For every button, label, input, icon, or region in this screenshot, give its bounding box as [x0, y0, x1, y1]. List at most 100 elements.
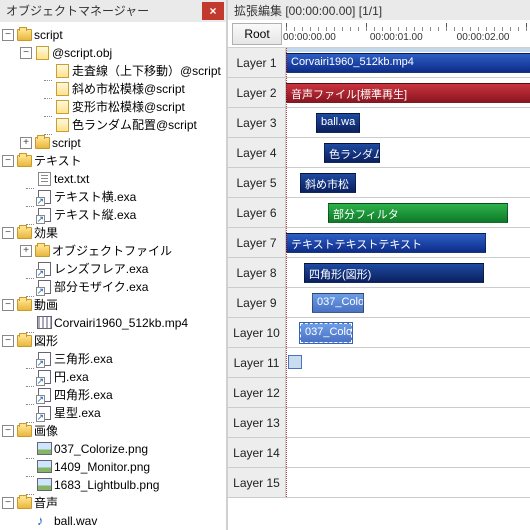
- layer-header[interactable]: Layer 4: [228, 138, 286, 167]
- tree-item[interactable]: 1683_Lightbulb.png: [2, 476, 224, 494]
- collapse-icon[interactable]: −: [2, 299, 14, 311]
- tree-item[interactable]: − 動画: [2, 296, 224, 314]
- close-icon[interactable]: ×: [202, 2, 224, 20]
- layer-header[interactable]: Layer 2: [228, 78, 286, 107]
- layer-track[interactable]: 037_Colo: [286, 318, 530, 347]
- tree-item[interactable]: 斜め市松模様@script: [2, 80, 224, 98]
- timeline-clip[interactable]: ball.wa: [316, 113, 360, 133]
- collapse-icon[interactable]: −: [20, 47, 32, 59]
- tree-item[interactable]: −@script.obj: [2, 44, 224, 62]
- tree-item[interactable]: 部分モザイク.exa: [2, 278, 224, 296]
- tree-item[interactable]: −音声: [2, 494, 224, 512]
- tree-item[interactable]: 色ランダム配置@script: [2, 116, 224, 134]
- file-script-icon: [54, 99, 70, 115]
- tree-item-label: テキスト横.exa: [54, 188, 136, 205]
- layer-header[interactable]: Layer 10: [228, 318, 286, 347]
- layer-track[interactable]: Corvairi1960_512kb.mp4: [286, 48, 530, 77]
- folder-icon: [16, 423, 32, 439]
- layer-header[interactable]: Layer 5: [228, 168, 286, 197]
- tree-item[interactable]: −図形: [2, 332, 224, 350]
- tree-item-label: 1409_Monitor.png: [54, 460, 150, 474]
- layer-track[interactable]: ball.wa: [286, 108, 530, 137]
- file-img-icon: [36, 441, 52, 457]
- tree-item[interactable]: 1409_Monitor.png: [2, 458, 224, 476]
- tree-item[interactable]: テキスト縦.exa: [2, 206, 224, 224]
- tree-item[interactable]: −script: [2, 26, 224, 44]
- timeline-clip[interactable]: 音声ファイル[標準再生]: [286, 83, 530, 103]
- collapse-icon[interactable]: −: [2, 29, 14, 41]
- root-button[interactable]: Root: [232, 23, 282, 45]
- tree-item[interactable]: −画像: [2, 422, 224, 440]
- layer-row: Layer 14: [228, 438, 530, 468]
- layer-header[interactable]: Layer 15: [228, 468, 286, 497]
- tree-item[interactable]: レンズフレア.exa: [2, 260, 224, 278]
- layer-header[interactable]: Layer 8: [228, 258, 286, 287]
- layer-track[interactable]: 四角形(図形): [286, 258, 530, 287]
- timeline-clip[interactable]: 斜め市松: [300, 173, 356, 193]
- tree-item[interactable]: 円.exa: [2, 368, 224, 386]
- layer-track[interactable]: 037_Colo: [286, 288, 530, 317]
- tree-item-label: 効果: [34, 224, 58, 241]
- tree-item[interactable]: テキスト横.exa: [2, 188, 224, 206]
- expand-icon[interactable]: +: [20, 137, 32, 149]
- layer-header[interactable]: Layer 14: [228, 438, 286, 467]
- tree-item[interactable]: 変形市松模様@script: [2, 98, 224, 116]
- tree-item[interactable]: 037_Colorize.png: [2, 440, 224, 458]
- collapse-icon[interactable]: −: [2, 425, 14, 437]
- timeline-clip[interactable]: テキストテキストテキスト: [286, 233, 486, 253]
- tree-item[interactable]: 三角形.exa: [2, 350, 224, 368]
- layer-row: Layer 12: [228, 378, 530, 408]
- collapse-icon[interactable]: −: [2, 335, 14, 347]
- timeline-clip[interactable]: 037_Colo: [300, 323, 352, 343]
- layer-track[interactable]: 色ランダム: [286, 138, 530, 167]
- layer-row: Layer 13: [228, 408, 530, 438]
- tree-item[interactable]: − 効果: [2, 224, 224, 242]
- layer-row: Layer 9 037_Colo: [228, 288, 530, 318]
- tree-item-label: 星型.exa: [54, 404, 101, 421]
- tree-item-label: 動画: [34, 296, 58, 313]
- layer-header[interactable]: Layer 7: [228, 228, 286, 257]
- tree-item[interactable]: 四角形.exa: [2, 386, 224, 404]
- collapse-icon[interactable]: −: [2, 227, 14, 239]
- layer-row: Layer 10 037_Colo: [228, 318, 530, 348]
- layer-track[interactable]: 斜め市松: [286, 168, 530, 197]
- tree-item[interactable]: text.txt: [2, 170, 224, 188]
- file-exa-icon: [36, 369, 52, 385]
- collapse-icon[interactable]: −: [2, 155, 14, 167]
- tree-item[interactable]: 走査線（上下移動）@script: [2, 62, 224, 80]
- timeline-clip[interactable]: 部分フィルタ: [328, 203, 508, 223]
- file-script-icon: [54, 81, 70, 97]
- tree-item[interactable]: ball.wav: [2, 512, 224, 530]
- layer-track[interactable]: 音声ファイル[標準再生]: [286, 78, 530, 107]
- layer-track[interactable]: 部分フィルタ: [286, 198, 530, 227]
- layer-header[interactable]: Layer 13: [228, 408, 286, 437]
- tree-item[interactable]: +オブジェクトファイル: [2, 242, 224, 260]
- timeline-clip[interactable]: 色ランダム: [324, 143, 380, 163]
- folder-icon: [34, 243, 50, 259]
- layer-header[interactable]: Layer 6: [228, 198, 286, 227]
- timeline-clip[interactable]: 四角形(図形): [304, 263, 484, 283]
- timeline-clip[interactable]: Corvairi1960_512kb.mp4: [286, 53, 530, 73]
- layer-track[interactable]: [286, 408, 530, 437]
- layer-header[interactable]: Layer 9: [228, 288, 286, 317]
- tree-item[interactable]: +script: [2, 134, 224, 152]
- expand-icon[interactable]: +: [20, 245, 32, 257]
- object-manager-panel: オブジェクトマネージャー × −script−@script.obj走査線（上下…: [0, 0, 228, 530]
- layer-track[interactable]: [286, 348, 530, 377]
- layer-track[interactable]: [286, 438, 530, 467]
- tree-item[interactable]: 星型.exa: [2, 404, 224, 422]
- layer-track[interactable]: [286, 468, 530, 497]
- layer-header[interactable]: Layer 1: [228, 48, 286, 77]
- layer-track[interactable]: [286, 378, 530, 407]
- layer-header[interactable]: Layer 3: [228, 108, 286, 137]
- timeline-clip[interactable]: [288, 355, 302, 369]
- timeline-clip[interactable]: 037_Colo: [312, 293, 364, 313]
- layer-header[interactable]: Layer 12: [228, 378, 286, 407]
- file-script-icon: [54, 63, 70, 79]
- layer-header[interactable]: Layer 11: [228, 348, 286, 377]
- tree-item[interactable]: Corvairi1960_512kb.mp4: [2, 314, 224, 332]
- tree-item[interactable]: −テキスト: [2, 152, 224, 170]
- collapse-icon[interactable]: −: [2, 497, 14, 509]
- time-ruler[interactable]: 00:00:00.0000:00:01.0000:00:02.00: [286, 21, 530, 47]
- layer-track[interactable]: テキストテキストテキスト: [286, 228, 530, 257]
